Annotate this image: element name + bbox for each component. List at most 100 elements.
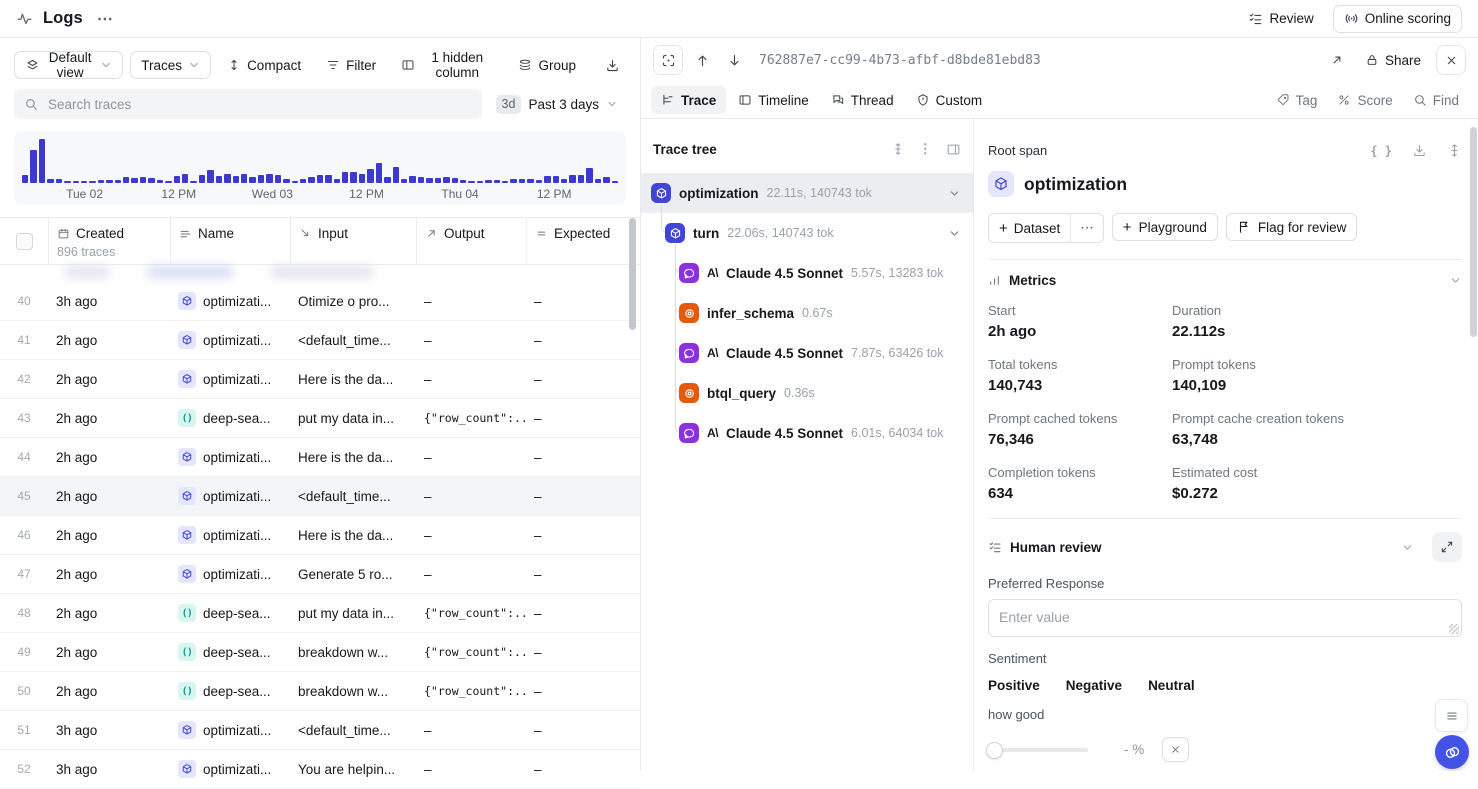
share-button[interactable]: Share (1356, 46, 1430, 74)
how-good-slider[interactable] (988, 748, 1088, 752)
name-text: deep-sea... (203, 411, 271, 426)
table-row[interactable]: 492h ago()deep-sea...breakdown w...{"row… (0, 633, 640, 672)
table-row[interactable]: 462h agooptimizati...Here is the da...–– (0, 516, 640, 555)
column-header-output[interactable]: Output (416, 218, 526, 264)
tree-span-infer-schema[interactable]: infer_schema0.67s (641, 293, 973, 333)
sentiment-option-positive[interactable]: Positive (988, 678, 1040, 693)
online-scoring-button[interactable]: Online scoring (1333, 5, 1462, 33)
calendar-icon (57, 227, 70, 240)
arrow-in-icon (299, 227, 312, 240)
slider-thumb[interactable] (986, 742, 1003, 759)
find-button[interactable]: Find (1404, 86, 1468, 114)
dataset-more-button[interactable]: ⋯ (1070, 214, 1103, 242)
column-header-expected[interactable]: Expected (526, 218, 640, 264)
expand-spans-icon[interactable] (891, 142, 905, 156)
view-selector[interactable]: Default view (14, 51, 123, 79)
expand-review-button[interactable] (1432, 532, 1462, 562)
sentiment-option-neutral[interactable]: Neutral (1148, 678, 1195, 693)
trace-id[interactable]: 762887e7-cc99-4b73-afbf-d8bde81ebd83 (759, 53, 1041, 68)
column-header-created[interactable]: Created 896 traces (48, 218, 170, 264)
cell-input: <default_time... (290, 723, 416, 738)
name-text: optimizati... (203, 567, 271, 582)
json-view-icon[interactable]: { } (1370, 144, 1392, 158)
date-range-selector[interactable]: 3d Past 3 days (488, 90, 626, 118)
histogram-tick-label: 12 PM (537, 187, 572, 201)
chevron-down-icon[interactable] (948, 187, 961, 200)
collapse-sidebar-icon[interactable] (946, 142, 961, 157)
tree-span-claude-4-5-sonnet[interactable]: A\Claude 4.5 Sonnet5.57s, 13283 tok (641, 253, 973, 293)
table-row[interactable]: 452h agooptimizati...<default_time...–– (0, 477, 640, 516)
column-header-input[interactable]: Input (290, 218, 416, 264)
tree-span-turn[interactable]: turn22.06s, 140743 tok (641, 213, 973, 253)
side-menu-button[interactable] (1435, 699, 1468, 732)
table-row[interactable]: 422h agooptimizati...Here is the da...–– (0, 360, 640, 399)
tree-options-icon[interactable]: ⋮ (919, 141, 933, 157)
table-row[interactable]: 442h agooptimizati...Here is the da...–– (0, 438, 640, 477)
trace-count: 896 traces (57, 245, 162, 259)
cell-created: 3h ago (48, 762, 170, 777)
row-number: 42 (0, 372, 48, 386)
table-row[interactable]: 412h agooptimizati...<default_time...–– (0, 321, 640, 360)
table-row[interactable]: 432h ago()deep-sea...put my data in...{"… (0, 399, 640, 438)
name-text: optimizati... (203, 450, 271, 465)
tree-span-claude-4-5-sonnet[interactable]: A\Claude 4.5 Sonnet7.87s, 63426 tok (641, 333, 973, 373)
tree-span-btql-query[interactable]: btql_query0.36s (641, 373, 973, 413)
search-box[interactable] (14, 89, 482, 119)
metrics-section-header[interactable]: Metrics (988, 273, 1462, 288)
table-row[interactable]: 502h ago()deep-sea...breakdown w...{"row… (0, 672, 640, 711)
export-button[interactable] (599, 51, 626, 79)
assistant-fab-button[interactable] (1435, 735, 1469, 769)
function-type-icon (178, 292, 196, 310)
search-input[interactable] (46, 96, 472, 113)
close-panel-button[interactable] (1436, 45, 1466, 75)
score-button[interactable]: Score (1328, 86, 1401, 114)
tree-span-claude-4-5-sonnet[interactable]: A\Claude 4.5 Sonnet6.01s, 64034 tok (641, 413, 973, 453)
hidden-columns-button[interactable]: 1 hidden column (392, 51, 502, 79)
metric-label: Estimated cost (1172, 465, 1462, 480)
add-to-playground-button[interactable]: + Playground (1112, 213, 1218, 241)
tab-custom[interactable]: Custom (906, 86, 993, 114)
cell-created: 2h ago (48, 567, 170, 582)
cell-expected: – (526, 333, 640, 348)
search-icon (24, 97, 38, 111)
row-number: 52 (0, 762, 48, 776)
table-row[interactable]: 472h agooptimizati...Generate 5 ro...–– (0, 555, 640, 594)
trace-histogram[interactable]: Tue 0212 PMWed 0312 PMThu 0412 PM (14, 131, 626, 205)
chevron-down-icon[interactable] (948, 227, 961, 240)
traces-mode-selector[interactable]: Traces (130, 51, 211, 79)
select-all-checkbox[interactable] (16, 233, 33, 250)
table-row[interactable]: 513h agooptimizati...<default_time...–– (0, 711, 640, 750)
chevron-down-icon (1401, 541, 1414, 554)
open-fullpage-icon[interactable] (1324, 47, 1350, 73)
next-trace-button[interactable] (721, 47, 747, 73)
how-good-slider-row: - % (988, 737, 1462, 762)
left-scrollbar-thumb[interactable] (629, 218, 636, 330)
tree-span-optimization[interactable]: optimization22.11s, 140743 tok (641, 173, 973, 213)
cell-expected: – (526, 606, 640, 621)
flag-for-review-button[interactable]: Flag for review (1226, 213, 1358, 241)
table-row[interactable]: 482h ago()deep-sea...put my data in...{"… (0, 594, 640, 633)
tab-timeline[interactable]: Timeline (728, 86, 819, 114)
preferred-response-input[interactable] (988, 599, 1462, 637)
human-review-section-header[interactable]: Human review (988, 532, 1462, 562)
tab-trace[interactable]: Trace (651, 86, 726, 114)
column-header-name[interactable]: Name (170, 218, 290, 264)
review-button[interactable]: Review (1239, 5, 1322, 33)
right-scrollbar-thumb[interactable] (1470, 127, 1477, 337)
group-button[interactable]: Group (509, 51, 585, 79)
prev-trace-button[interactable] (689, 47, 715, 73)
filter-button[interactable]: Filter (317, 51, 385, 79)
tag-button[interactable]: Tag (1267, 86, 1327, 114)
compact-toggle[interactable]: Compact (218, 51, 310, 79)
expand-sections-icon[interactable] (1447, 143, 1462, 158)
table-row[interactable]: 523h agooptimizati...You are helpin...–– (0, 750, 640, 789)
focus-trace-button[interactable] (653, 45, 683, 75)
sentiment-option-negative[interactable]: Negative (1066, 678, 1122, 693)
table-row[interactable]: 403h agooptimizati...Otimize o pro...–– (0, 282, 640, 321)
page-menu-button[interactable]: ⋯ (93, 9, 118, 29)
clear-score-button[interactable] (1162, 737, 1189, 762)
add-to-dataset-button[interactable]: + Dataset (989, 214, 1070, 242)
download-span-icon[interactable] (1412, 143, 1427, 158)
tab-thread[interactable]: Thread (821, 86, 904, 114)
cell-output: – (416, 489, 526, 504)
